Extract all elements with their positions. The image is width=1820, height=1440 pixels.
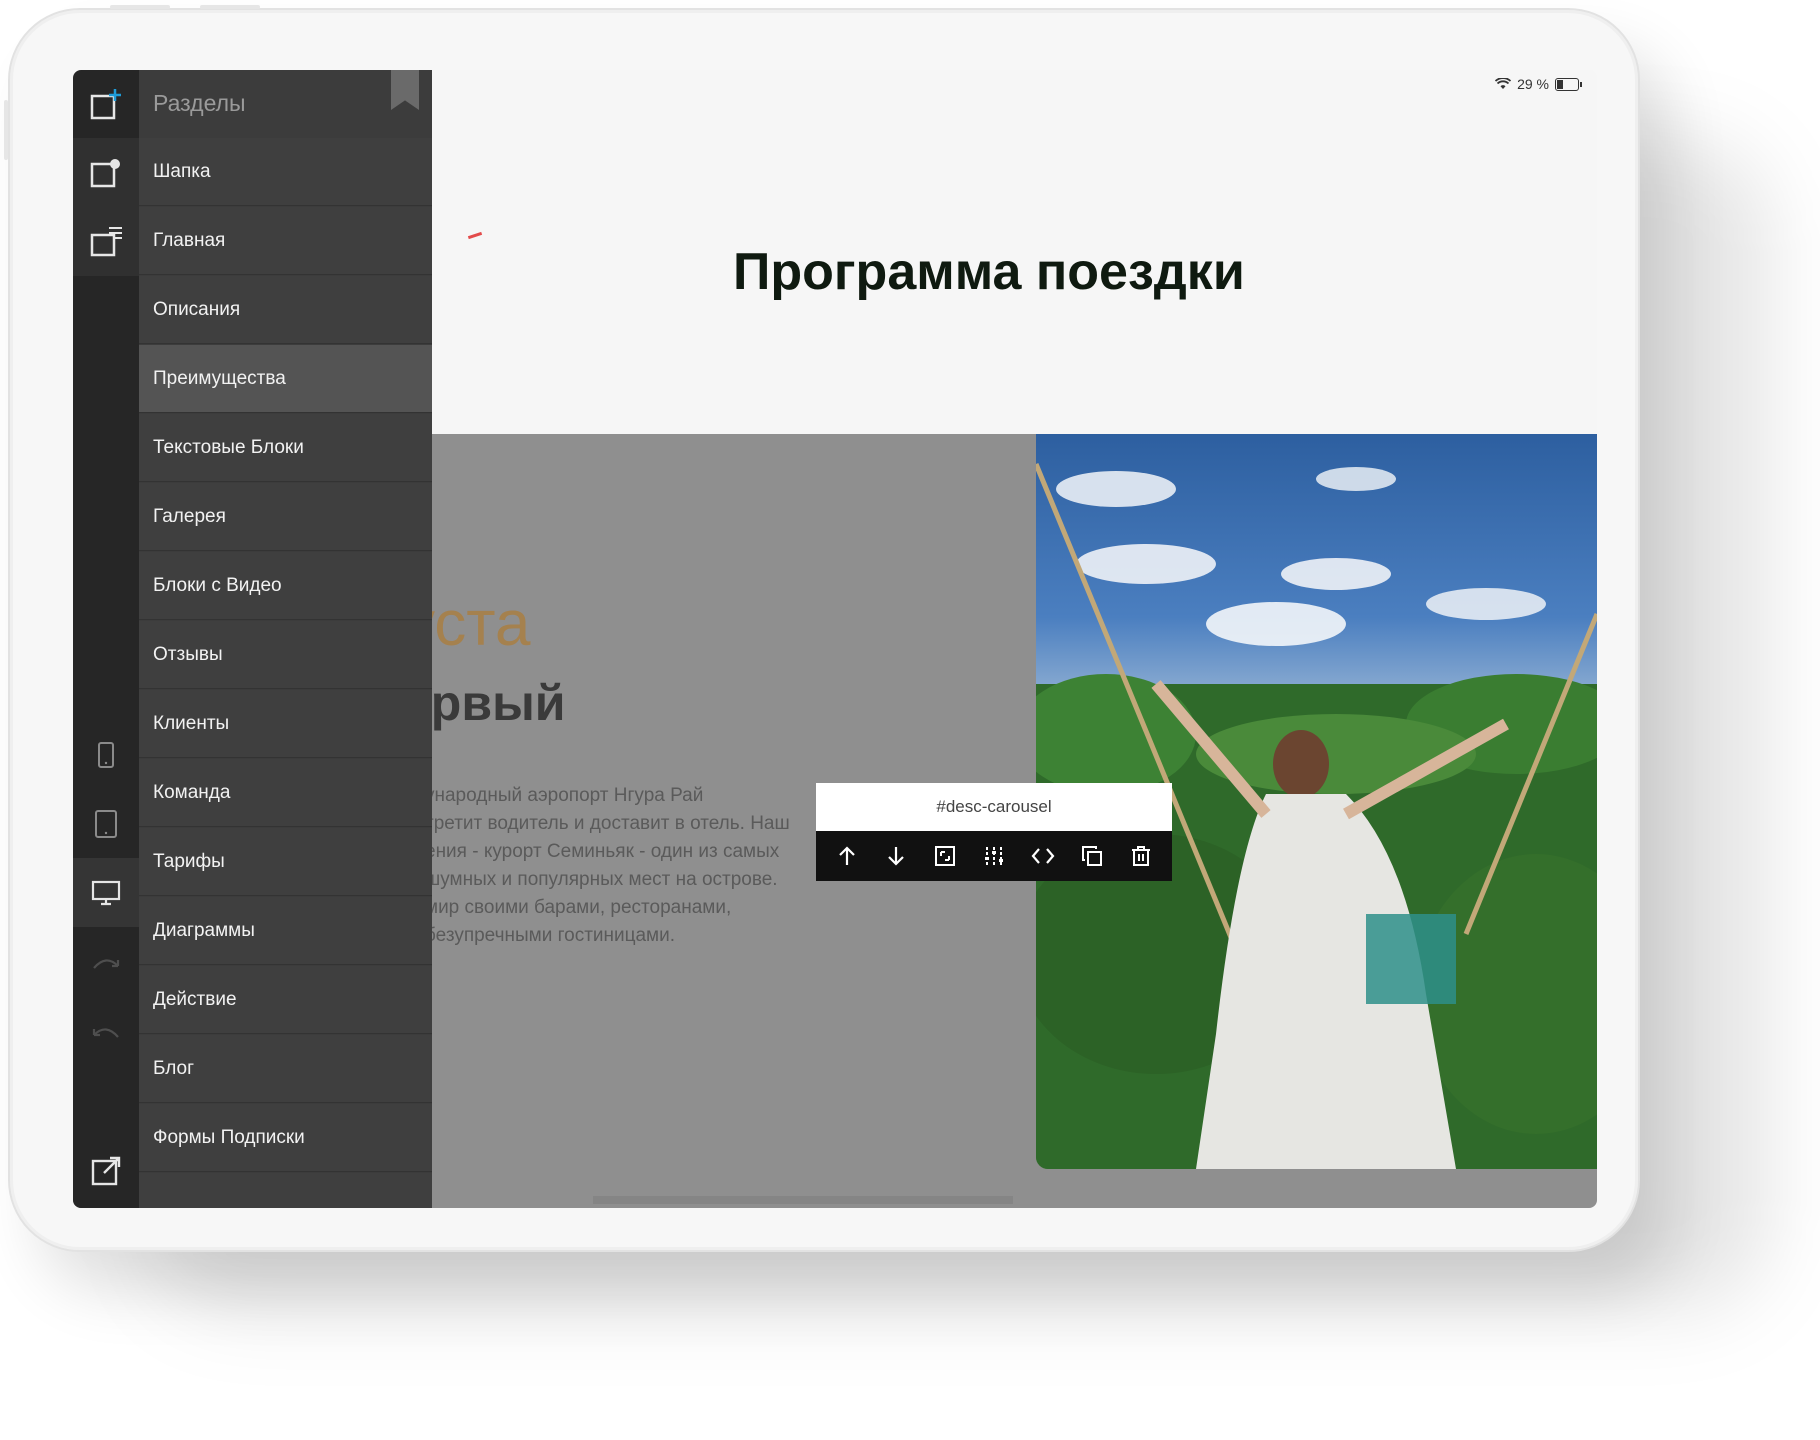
top-button bbox=[200, 5, 260, 9]
volume-button bbox=[4, 100, 8, 160]
phone-view-button[interactable] bbox=[73, 720, 139, 789]
status-bar: 29 % bbox=[1495, 76, 1582, 92]
panel-item-team[interactable]: Команда bbox=[139, 759, 432, 827]
panel-header: Разделы bbox=[139, 70, 432, 138]
content-section-button[interactable] bbox=[73, 207, 139, 276]
power-button bbox=[110, 5, 170, 9]
page-title: Программа поездки bbox=[733, 243, 1245, 301]
desktop-icon bbox=[91, 880, 121, 905]
code-button[interactable] bbox=[1025, 838, 1061, 874]
resize-icon bbox=[934, 846, 955, 866]
block-toolbar bbox=[816, 831, 1172, 881]
screen: Программа поездки 29 % уста ервый ународ… bbox=[73, 70, 1597, 1208]
description-line: безупречными гостиницами. bbox=[425, 925, 676, 946]
panel-item-blog[interactable]: Блог bbox=[139, 1035, 432, 1103]
move-down-button[interactable] bbox=[878, 838, 914, 874]
panel-item-advantages[interactable]: Преимущества bbox=[139, 345, 432, 413]
sections-panel: Разделы Шапка Главная Описания Преимущес… bbox=[139, 70, 432, 1208]
panel-item-video-blocks[interactable]: Блоки с Видео bbox=[139, 552, 432, 620]
move-up-button[interactable] bbox=[829, 838, 865, 874]
open-external-button[interactable] bbox=[73, 1136, 139, 1205]
panel-item-subscribe-forms[interactable]: Формы Подписки bbox=[139, 1104, 432, 1172]
copy-icon bbox=[1082, 846, 1103, 866]
panel-item-pricing[interactable]: Тарифы bbox=[139, 828, 432, 896]
panel-item-gallery[interactable]: Галерея bbox=[139, 483, 432, 551]
battery-icon bbox=[1555, 77, 1582, 91]
panel-item-reviews[interactable]: Отзывы bbox=[139, 621, 432, 689]
tablet-icon bbox=[95, 809, 117, 838]
description-line: мир своими барами, ресторанами, bbox=[425, 897, 732, 918]
settings-button[interactable] bbox=[976, 838, 1012, 874]
icon-rail bbox=[73, 70, 139, 1208]
panel-item-descriptions[interactable]: Описания bbox=[139, 276, 432, 344]
panel-item-action[interactable]: Действие bbox=[139, 966, 432, 1034]
code-icon bbox=[1031, 848, 1055, 864]
panel-item-more[interactable] bbox=[139, 1173, 432, 1208]
tablet-view-button[interactable] bbox=[73, 789, 139, 858]
add-section-icon bbox=[90, 88, 121, 119]
desktop-view-button[interactable] bbox=[73, 858, 139, 927]
phone-icon bbox=[98, 741, 114, 768]
delete-button[interactable] bbox=[1123, 838, 1159, 874]
tablet-frame: Программа поездки 29 % уста ервый ународ… bbox=[4, 5, 1640, 1252]
undo-button[interactable] bbox=[73, 996, 139, 1065]
wifi-icon bbox=[1495, 78, 1512, 89]
add-section-button[interactable] bbox=[73, 70, 139, 139]
header-section-icon bbox=[90, 158, 120, 187]
panel-item-charts[interactable]: Диаграммы bbox=[139, 897, 432, 965]
undo-icon bbox=[92, 1027, 119, 1038]
battery-percent: 29 % bbox=[1517, 76, 1549, 92]
redo-button[interactable] bbox=[73, 927, 139, 996]
panel-item-clients[interactable]: Клиенты bbox=[139, 690, 432, 758]
panel-item-main[interactable]: Главная bbox=[139, 207, 432, 275]
trash-icon bbox=[1132, 846, 1151, 866]
block-id-label: #desc-carousel bbox=[816, 783, 1172, 831]
duplicate-button[interactable] bbox=[1074, 838, 1110, 874]
content-section-icon bbox=[90, 226, 122, 256]
arrow-up-icon bbox=[838, 846, 855, 865]
arrow-down-icon bbox=[887, 847, 904, 866]
faint-text-line bbox=[593, 1196, 1013, 1204]
sliders-icon bbox=[984, 847, 1003, 865]
open-external-icon bbox=[91, 1156, 121, 1185]
panel-item-text-blocks[interactable]: Текстовые Блоки bbox=[139, 414, 432, 482]
panel-item-header[interactable]: Шапка bbox=[139, 138, 432, 206]
redo-icon bbox=[93, 958, 120, 969]
bookmark-icon[interactable] bbox=[391, 70, 419, 110]
header-section-button[interactable] bbox=[73, 138, 139, 207]
resize-button[interactable] bbox=[927, 838, 963, 874]
panel-title: Разделы bbox=[153, 90, 246, 116]
decorative-mark bbox=[467, 231, 483, 240]
